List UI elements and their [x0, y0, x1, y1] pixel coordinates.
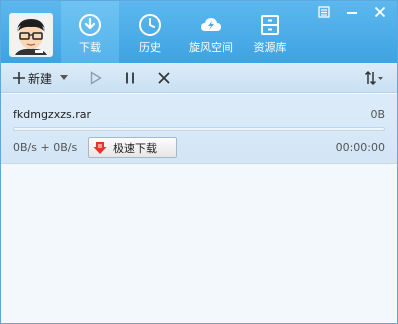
nav-cloud-space-label: 旋风空间	[189, 41, 233, 54]
nav-cloud-space[interactable]: 旋风空间	[181, 1, 241, 63]
pause-button[interactable]	[119, 63, 141, 93]
close-icon	[374, 6, 386, 18]
cloud-icon	[201, 18, 221, 31]
nav-download[interactable]: 下载	[61, 1, 119, 63]
task-row[interactable]: fkdmgzxzs.rar 0B 0B/s + 0B/s 极速下载 00:00:…	[1, 94, 397, 164]
minimize-button[interactable]	[339, 1, 365, 23]
minimize-icon	[347, 12, 357, 14]
header-bar: 下载 历史 旋风空间 资源库	[1, 1, 397, 63]
task-progress-bar	[13, 127, 385, 131]
sort-icon	[364, 70, 383, 86]
cabinet-icon	[261, 15, 279, 35]
play-icon	[90, 71, 102, 85]
clock-icon	[139, 14, 161, 36]
pause-icon	[126, 72, 134, 84]
menu-icon	[318, 6, 330, 18]
menu-button[interactable]	[311, 1, 337, 23]
start-button[interactable]	[85, 63, 107, 93]
nav-resource-library[interactable]: 资源库	[245, 1, 295, 63]
task-size: 0B	[370, 108, 385, 121]
task-filename: fkdmgzxzs.rar	[13, 108, 91, 121]
new-task-button[interactable]: 新建	[7, 63, 57, 93]
accelerate-download-button[interactable]: 极速下载	[88, 137, 177, 158]
accelerate-download-label: 极速下载	[113, 141, 157, 155]
delete-icon	[158, 72, 170, 84]
sort-button[interactable]	[361, 63, 387, 93]
delete-button[interactable]	[153, 63, 175, 93]
accelerate-arrow-icon	[93, 141, 107, 154]
nav-resource-library-label: 资源库	[253, 41, 287, 54]
chevron-down-icon	[60, 75, 68, 80]
task-time-remaining: 00:00:00	[335, 141, 385, 154]
download-icon	[79, 14, 101, 36]
close-button[interactable]	[367, 1, 393, 23]
nav-download-label: 下载	[79, 41, 101, 54]
avatar[interactable]	[9, 13, 53, 57]
plus-icon	[12, 72, 25, 84]
nav-history[interactable]: 历史	[121, 1, 179, 63]
app-window: 下载 历史 旋风空间 资源库 新建 fkdmgzxzs.rar 0B 0B/s …	[0, 0, 398, 324]
new-task-dropdown[interactable]	[57, 63, 71, 93]
toolbar: 新建	[1, 63, 397, 93]
task-speed: 0B/s + 0B/s	[13, 141, 78, 154]
nav-history-label: 历史	[139, 41, 161, 54]
new-task-label: 新建	[27, 71, 52, 86]
